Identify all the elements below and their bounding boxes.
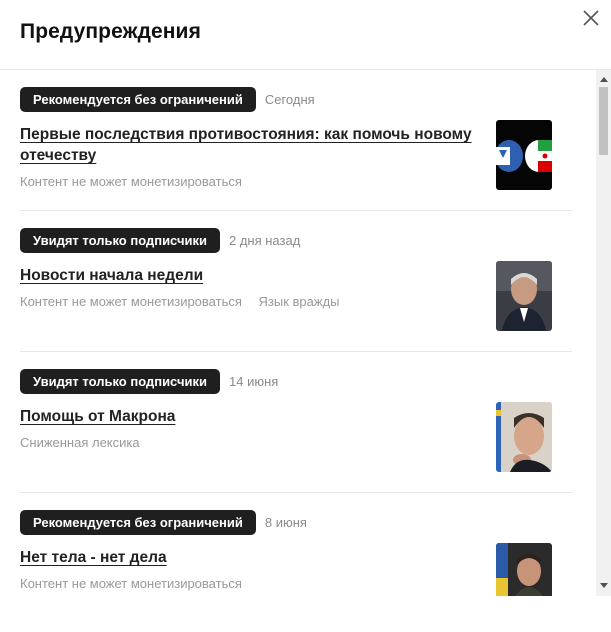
man-portrait-thumbnail[interactable] (496, 261, 552, 331)
article-title-link[interactable]: Помощь от Макрона (20, 406, 490, 427)
fists-flags-thumbnail[interactable] (496, 120, 552, 190)
warning-item: Увидят только подписчики 14 июня Помощь … (20, 369, 572, 450)
warning-tag: Язык вражды (258, 294, 340, 309)
article-title-link[interactable]: Нет тела - нет дела (20, 547, 490, 568)
article-title-link[interactable]: Первые последствия противостояния: как п… (20, 124, 490, 166)
man-thinking-thumbnail[interactable] (496, 402, 552, 472)
scroll-thumb[interactable] (599, 87, 608, 155)
triangle-up-icon (599, 76, 608, 82)
warning-item: Увидят только подписчики 2 дня назад Нов… (20, 228, 572, 309)
article-title-link[interactable]: Новости начала недели (20, 265, 490, 286)
warning-tags: Сниженная лексика (20, 435, 572, 450)
status-badge: Увидят только подписчики (20, 228, 220, 253)
warning-tag: Контент не может монетизироваться (20, 576, 242, 591)
modal-header: Предупреждения (0, 0, 611, 70)
status-badge: Рекомендуется без ограничений (20, 510, 256, 535)
warning-tags: Контент не может монетизироваться Язык в… (20, 294, 572, 309)
warning-item: Рекомендуется без ограничений Сегодня Пе… (20, 87, 572, 189)
warning-date: Сегодня (264, 92, 315, 107)
warning-item: Рекомендуется без ограничений 8 июня Нет… (20, 510, 572, 591)
warning-date: 14 июня (229, 374, 279, 389)
warning-tag: Контент не может монетизироваться (20, 294, 242, 309)
warnings-modal: Предупреждения Рекомендуется без огранич… (0, 0, 611, 632)
close-button[interactable] (578, 5, 604, 31)
scrollbar[interactable] (596, 70, 611, 596)
warning-tags: Контент не может монетизироваться (20, 174, 572, 189)
warning-tags: Контент не может монетизироваться (20, 576, 572, 591)
triangle-down-icon (599, 582, 608, 588)
close-icon (583, 10, 599, 26)
status-badge: Рекомендуется без ограничений (20, 87, 256, 112)
divider (20, 492, 572, 493)
warning-tag: Контент не может монетизироваться (20, 174, 242, 189)
man-dark-shirt-thumbnail[interactable] (496, 543, 552, 596)
modal-title: Предупреждения (20, 20, 201, 43)
warning-date: 2 дня назад (229, 233, 301, 248)
warning-tag: Сниженная лексика (20, 435, 140, 450)
divider (20, 351, 572, 352)
warning-date: 8 июня (264, 515, 307, 530)
status-badge: Увидят только подписчики (20, 369, 220, 394)
warnings-list: Рекомендуется без ограничений Сегодня Пе… (0, 70, 596, 596)
scroll-down-arrow[interactable] (596, 578, 611, 592)
scroll-up-arrow[interactable] (596, 72, 611, 86)
divider (20, 210, 572, 211)
